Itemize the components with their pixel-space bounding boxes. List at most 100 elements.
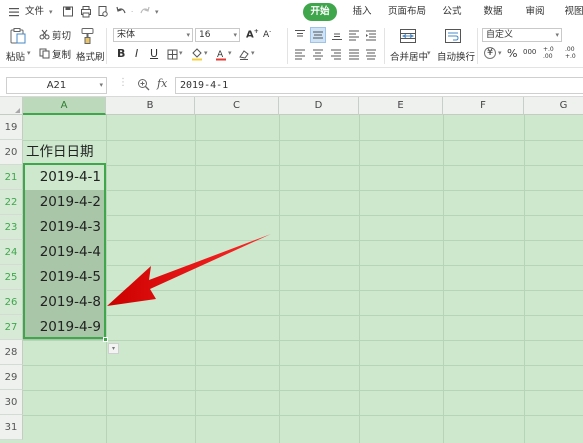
save-icon[interactable] — [62, 3, 74, 21]
decrease-font-icon[interactable]: A- — [263, 28, 271, 40]
indent-icon[interactable] — [365, 29, 377, 44]
column-header-c[interactable]: C — [195, 97, 279, 115]
fill-color-chevron-icon[interactable]: ▾ — [204, 49, 208, 57]
align-bottom-icon[interactable] — [331, 29, 343, 44]
print-icon[interactable] — [80, 3, 92, 21]
fill-color-icon[interactable] — [191, 48, 203, 64]
increase-decimal-button[interactable]: +.0 .00 — [543, 46, 561, 60]
italic-icon[interactable]: I — [135, 47, 138, 60]
border-chevron-icon[interactable]: ▾ — [179, 49, 183, 57]
hamburger-icon[interactable] — [8, 3, 20, 21]
tab-page-layout[interactable]: 页面布局 — [387, 3, 427, 21]
cell-a20[interactable]: 工作日日期 — [23, 140, 105, 165]
tab-view[interactable]: 视图 — [562, 3, 583, 21]
currency-icon[interactable]: ¥ — [484, 47, 496, 59]
align-middle-icon[interactable] — [310, 27, 326, 43]
cut-button[interactable]: 剪切 — [52, 28, 71, 42]
column-header-a[interactable]: A — [23, 97, 106, 115]
paste-chevron-icon[interactable]: ▾ — [27, 49, 31, 57]
select-all-corner[interactable] — [0, 97, 23, 115]
column-header-g[interactable]: G — [524, 97, 583, 115]
row-header-23[interactable]: 23 — [0, 215, 23, 240]
cell-a23[interactable]: 2019-4-3 — [23, 215, 105, 240]
underline-icon[interactable]: U — [150, 47, 158, 60]
decrease-decimal-button[interactable]: .00 +.0 — [565, 46, 583, 60]
align-right-icon[interactable] — [330, 48, 342, 63]
justify-icon[interactable] — [348, 48, 360, 63]
column-header-b[interactable]: B — [106, 97, 195, 115]
clear-format-chevron-icon[interactable]: ▾ — [251, 49, 255, 57]
autofill-options-icon[interactable]: ▾ — [108, 343, 119, 354]
undo-dropdown-icon[interactable]: · — [131, 3, 133, 21]
tab-insert[interactable]: 插入 — [350, 3, 374, 21]
align-center-icon[interactable] — [312, 48, 324, 63]
percent-button[interactable]: % — [507, 47, 517, 60]
row-header-27[interactable]: 27 — [0, 315, 23, 340]
align-left-icon[interactable] — [294, 48, 306, 63]
chevron-down-icon[interactable]: ▾ — [49, 3, 53, 21]
paste-icon[interactable] — [9, 27, 27, 48]
font-color-chevron-icon[interactable]: ▾ — [228, 49, 232, 57]
tab-data[interactable]: 数据 — [481, 3, 505, 21]
paste-button[interactable]: 粘贴 — [6, 49, 25, 63]
formula-input[interactable]: 2019-4-1 — [175, 77, 583, 94]
tab-home[interactable]: 开始 — [303, 3, 337, 21]
merge-center-button[interactable]: 合并居中 — [390, 49, 428, 63]
cell-a22[interactable]: 2019-4-2 — [23, 190, 105, 215]
wrap-text-icon[interactable] — [444, 27, 462, 48]
row-header-19[interactable]: 19 — [0, 115, 23, 140]
text-top-icon[interactable] — [348, 29, 360, 44]
fx-icon[interactable]: fx — [157, 77, 167, 90]
merge-chevron-icon[interactable]: ▾ — [427, 49, 431, 57]
font-color-icon[interactable]: A — [215, 48, 227, 64]
quick-access-chevron-icon[interactable]: ▾ — [155, 3, 159, 21]
bold-icon[interactable]: B — [117, 47, 125, 60]
tab-review[interactable]: 审阅 — [523, 3, 547, 21]
row-header-31[interactable]: 31 — [0, 415, 23, 440]
wrap-text-button[interactable]: 自动换行 — [437, 49, 475, 63]
font-size-select[interactable]: 16 ▾ — [195, 28, 240, 42]
border-icon[interactable] — [167, 49, 178, 63]
increase-font-icon[interactable]: A+ — [246, 28, 259, 40]
align-top-icon[interactable] — [294, 29, 306, 44]
cell-a21[interactable]: 2019-4-1 — [23, 165, 105, 190]
cell-a24[interactable]: 2019-4-4 — [23, 240, 105, 265]
currency-chevron-icon[interactable]: ▾ — [498, 49, 502, 57]
distributed-icon[interactable] — [365, 48, 377, 63]
row-header-26[interactable]: 26 — [0, 290, 23, 315]
column-header-e[interactable]: E — [359, 97, 443, 115]
row-header-22[interactable]: 22 — [0, 190, 23, 215]
row-header-25[interactable]: 25 — [0, 265, 23, 290]
undo-icon[interactable] — [115, 3, 127, 21]
row-header-28[interactable]: 28 — [0, 340, 23, 365]
scissors-icon[interactable] — [39, 29, 50, 43]
font-name-select[interactable]: 宋体 ▾ — [113, 28, 193, 42]
grid-line — [23, 190, 583, 191]
tab-formulas[interactable]: 公式 — [440, 3, 464, 21]
row-header-21[interactable]: 21 — [0, 165, 23, 190]
row-header-30[interactable]: 30 — [0, 390, 23, 415]
copy-icon[interactable] — [39, 48, 50, 62]
format-painter-icon[interactable] — [80, 27, 96, 48]
column-header-d[interactable]: D — [279, 97, 359, 115]
clear-format-icon[interactable] — [238, 48, 250, 64]
merge-center-icon[interactable] — [399, 27, 417, 48]
cell-a25[interactable]: 2019-4-5 — [23, 265, 105, 290]
copy-button[interactable]: 复制 — [52, 47, 71, 61]
format-painter-button[interactable]: 格式刷 — [76, 49, 105, 63]
print-preview-icon[interactable] — [97, 3, 109, 21]
row-header-20[interactable]: 20 — [0, 140, 23, 165]
file-menu[interactable]: 文件 — [25, 3, 44, 21]
redo-icon[interactable] — [139, 3, 151, 21]
name-box[interactable]: A21 ▾ — [6, 77, 107, 94]
cell-a26[interactable]: 2019-4-8 — [23, 290, 105, 315]
fill-handle[interactable] — [103, 337, 108, 342]
row-header-24[interactable]: 24 — [0, 240, 23, 265]
thousands-separator-button[interactable]: 000 — [523, 48, 536, 56]
row-header-29[interactable]: 29 — [0, 365, 23, 390]
zoom-formula-icon[interactable] — [137, 78, 150, 94]
cell-a27[interactable]: 2019-4-9 — [23, 315, 105, 340]
spreadsheet-grid[interactable]: A B C D E F G 19 20 21 22 23 24 25 26 27… — [0, 97, 583, 443]
number-format-select[interactable]: 自定义 ▾ — [482, 28, 562, 42]
column-header-f[interactable]: F — [443, 97, 524, 115]
